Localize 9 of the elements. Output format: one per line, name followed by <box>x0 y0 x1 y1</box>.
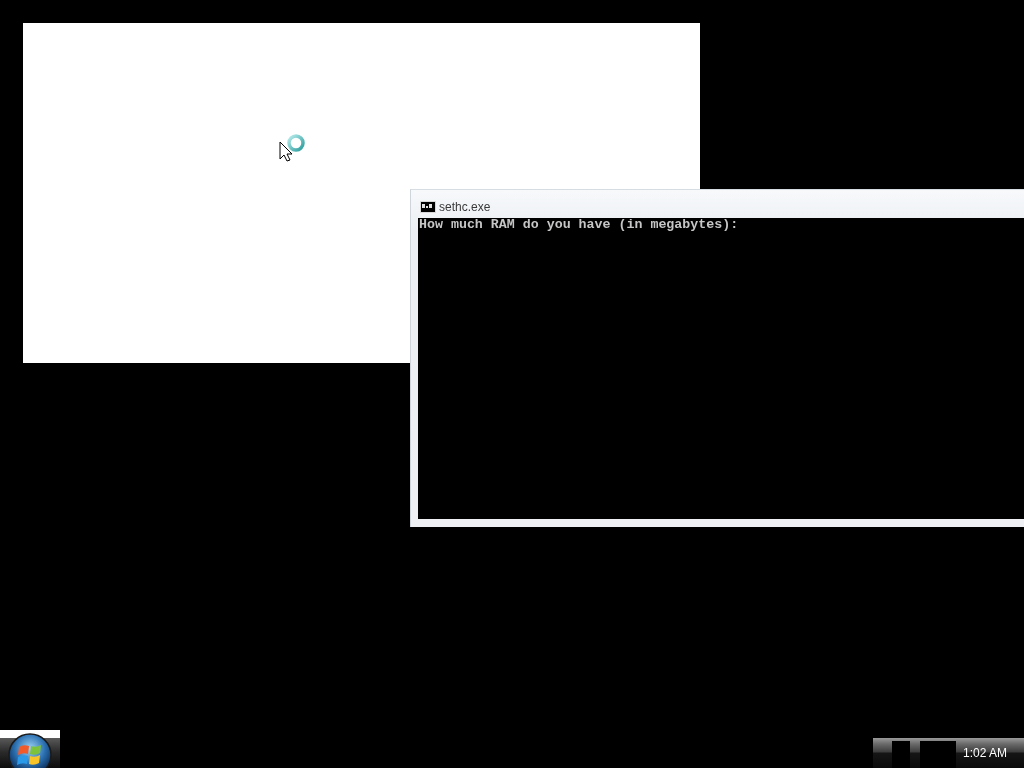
blank-tray-icon[interactable] <box>892 741 910 768</box>
window-title: sethc.exe <box>439 200 491 214</box>
start-button[interactable] <box>0 730 60 768</box>
clock[interactable]: 1:02 AM <box>963 746 1008 760</box>
flag-orb-icon <box>8 733 52 768</box>
blank-tray-icon[interactable] <box>920 741 956 768</box>
console-icon <box>420 201 436 213</box>
busy-cursor-icon <box>279 133 305 162</box>
console-line: How much RAM do you have (in megabytes): <box>419 218 739 232</box>
